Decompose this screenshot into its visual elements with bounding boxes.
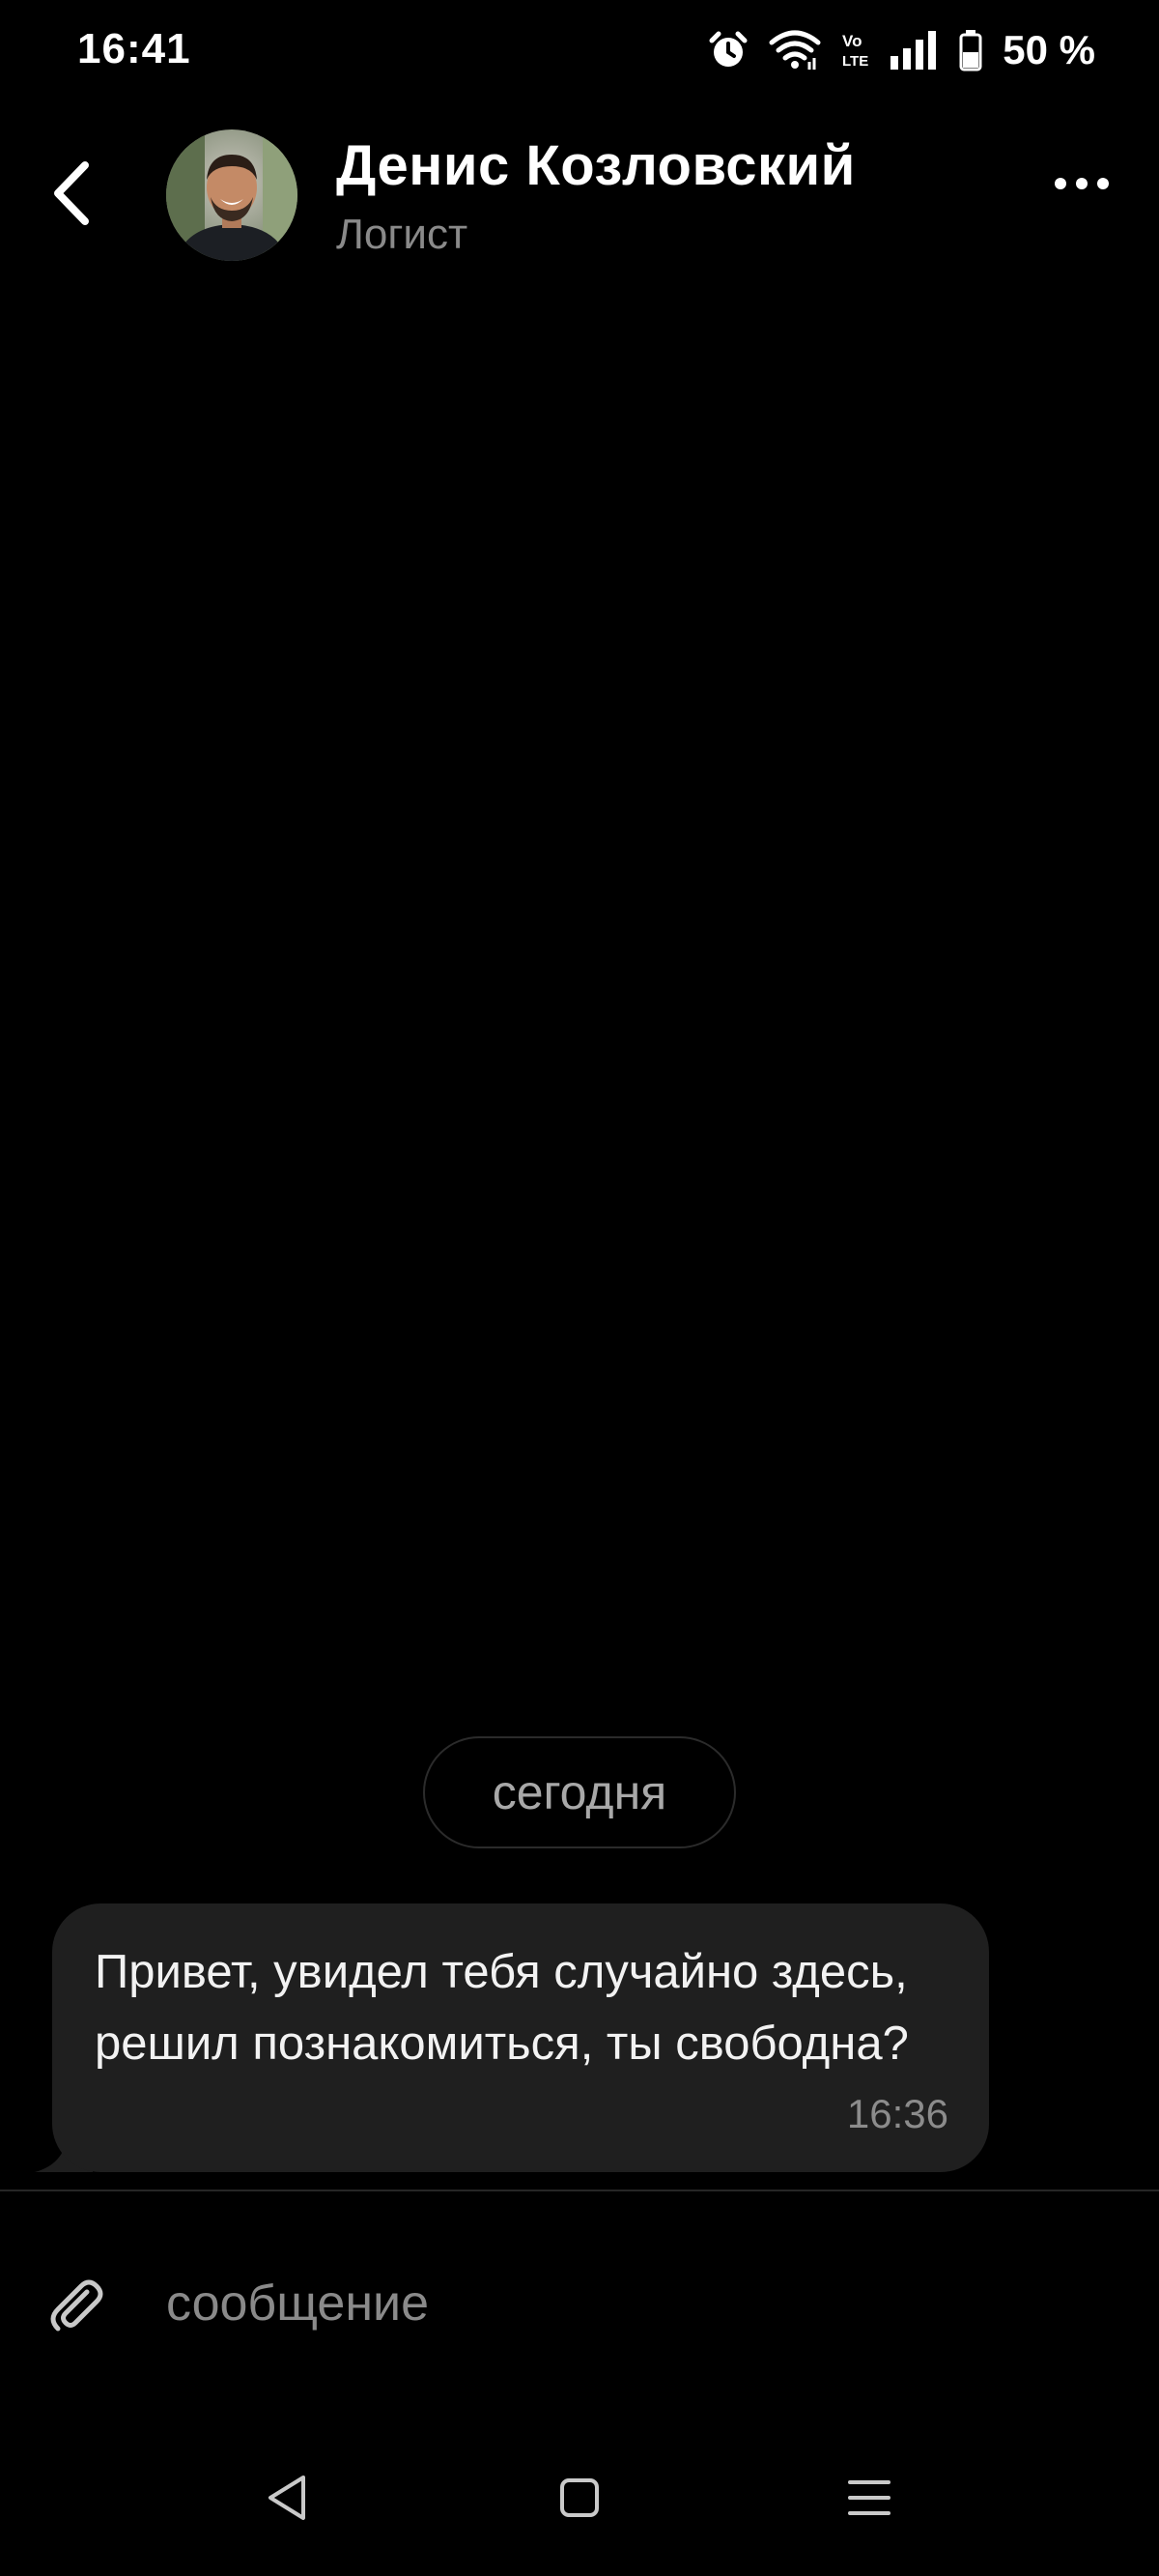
back-button[interactable] — [33, 155, 110, 232]
back-arrow-icon — [54, 161, 89, 225]
status-time: 16:41 — [77, 25, 191, 72]
status-bar: 16:41 Vo LTE 50 % — [0, 0, 1159, 104]
nav-back-icon — [269, 2476, 305, 2520]
svg-text:LTE: LTE — [842, 53, 868, 70]
message-bubble: Привет, увидел тебя случайно здесь, реши… — [52, 1903, 989, 2172]
volte-icon: Vo LTE — [840, 29, 869, 72]
signal-icon — [889, 29, 939, 72]
nav-recents-icon — [848, 2480, 890, 2515]
nav-home-icon — [560, 2478, 599, 2517]
paperclip-icon — [50, 2279, 103, 2332]
avatar[interactable] — [166, 129, 297, 261]
battery-icon — [958, 29, 983, 72]
status-icons: Vo LTE 50 % — [707, 23, 1095, 77]
message-bubble-incoming[interactable]: Привет, увидел тебя случайно здесь, реши… — [35, 1903, 991, 2174]
more-button[interactable] — [1043, 145, 1120, 222]
attach-button[interactable] — [37, 2265, 114, 2342]
more-dots-icon — [1055, 178, 1109, 189]
message-text: Привет, увидел тебя случайно здесь, реши… — [95, 1946, 909, 2070]
message-time: 16:36 — [846, 2091, 948, 2136]
wifi-icon — [769, 29, 821, 72]
battery-percent: 50 % — [1003, 27, 1095, 72]
date-separator: сегодня — [423, 1736, 736, 1848]
nav-recents-button[interactable] — [826, 2454, 913, 2541]
svg-text:Vo: Vo — [842, 32, 862, 50]
contact-name[interactable]: Денис Козловский — [336, 133, 856, 198]
composer-divider — [0, 2190, 1159, 2191]
alarm-icon — [707, 29, 749, 72]
chat-header: Денис Козловский Логист — [0, 116, 1159, 271]
system-nav-bar — [0, 2435, 1159, 2561]
message-input[interactable] — [166, 2265, 1093, 2342]
contact-status: Логист — [336, 211, 468, 258]
nav-back-button[interactable] — [243, 2454, 330, 2541]
nav-home-button[interactable] — [536, 2454, 623, 2541]
